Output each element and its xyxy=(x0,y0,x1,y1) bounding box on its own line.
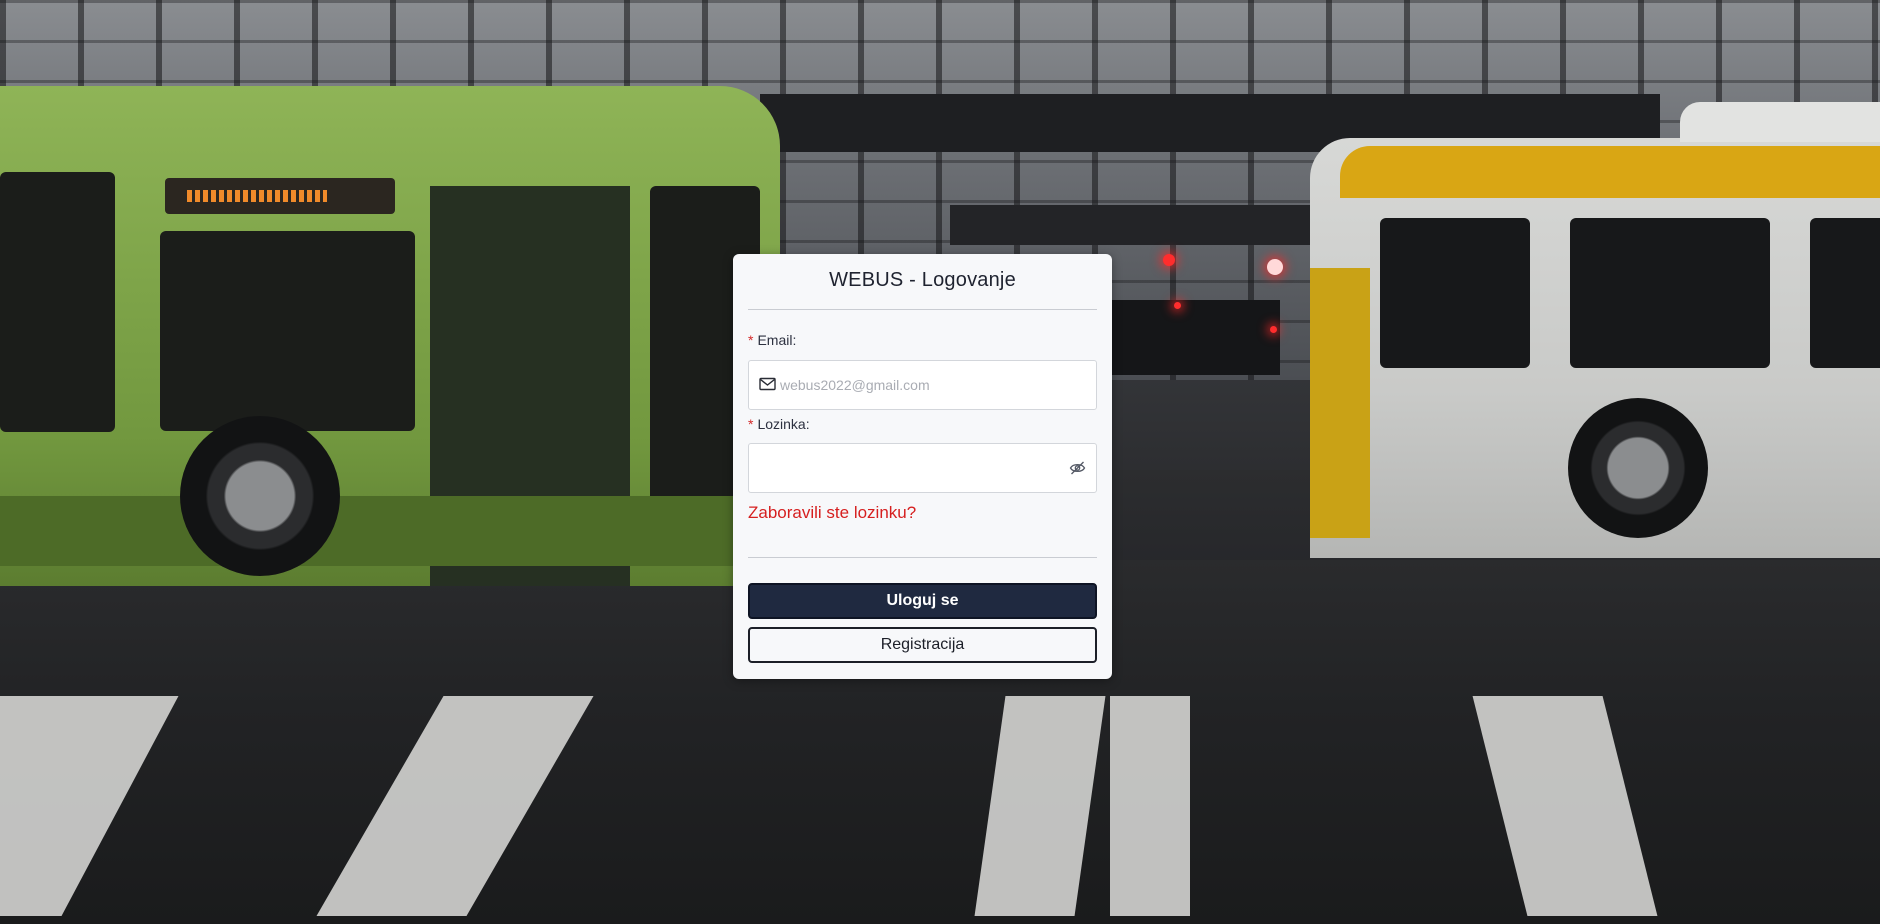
bus-window xyxy=(160,231,415,431)
background-tunnel xyxy=(1110,300,1280,375)
login-button[interactable]: Uloguj se xyxy=(748,583,1097,619)
required-mark: * xyxy=(748,416,754,432)
register-button[interactable]: Registracija xyxy=(748,627,1097,663)
email-field[interactable] xyxy=(748,360,1097,410)
traffic-light xyxy=(1174,302,1181,309)
crosswalk-stripe xyxy=(1110,696,1190,916)
green-bus xyxy=(0,86,780,586)
envelope-icon xyxy=(759,377,776,396)
title-divider xyxy=(748,309,1097,310)
form-divider xyxy=(748,557,1097,558)
bus-window xyxy=(1380,218,1530,368)
login-card: WEBUS - Logovanje *Email: *Lozinka: Zabo… xyxy=(733,254,1112,679)
password-label-text: Lozinka: xyxy=(757,416,810,432)
bus-wheel xyxy=(1568,398,1708,538)
bus-window xyxy=(1810,218,1880,368)
email-input[interactable] xyxy=(780,361,1090,409)
bus-yellow-band xyxy=(1340,146,1880,198)
email-label-text: Email: xyxy=(757,332,797,348)
white-bus xyxy=(1310,102,1880,558)
password-field[interactable] xyxy=(748,443,1097,493)
eye-hidden-icon[interactable] xyxy=(1069,460,1086,481)
forgot-password-link[interactable]: Zaboravili ste lozinku? xyxy=(748,503,916,523)
bus-destination-sign xyxy=(165,178,395,214)
bus-lower-panel xyxy=(0,496,780,566)
password-input[interactable] xyxy=(759,444,1059,492)
bus-window xyxy=(1570,218,1770,368)
bus-roof xyxy=(1680,102,1880,142)
traffic-light xyxy=(1163,254,1175,266)
bus-wheel xyxy=(180,416,340,576)
required-mark: * xyxy=(748,332,754,348)
password-label: * Lozinka: xyxy=(748,416,810,432)
bus-front xyxy=(1310,268,1370,538)
traffic-light xyxy=(1267,259,1283,275)
login-title: WEBUS - Logovanje xyxy=(829,269,1016,291)
bus-window xyxy=(0,172,115,432)
traffic-light xyxy=(1270,326,1277,333)
email-label: * Email: xyxy=(748,332,796,348)
background-skybridge-far xyxy=(950,205,1350,245)
